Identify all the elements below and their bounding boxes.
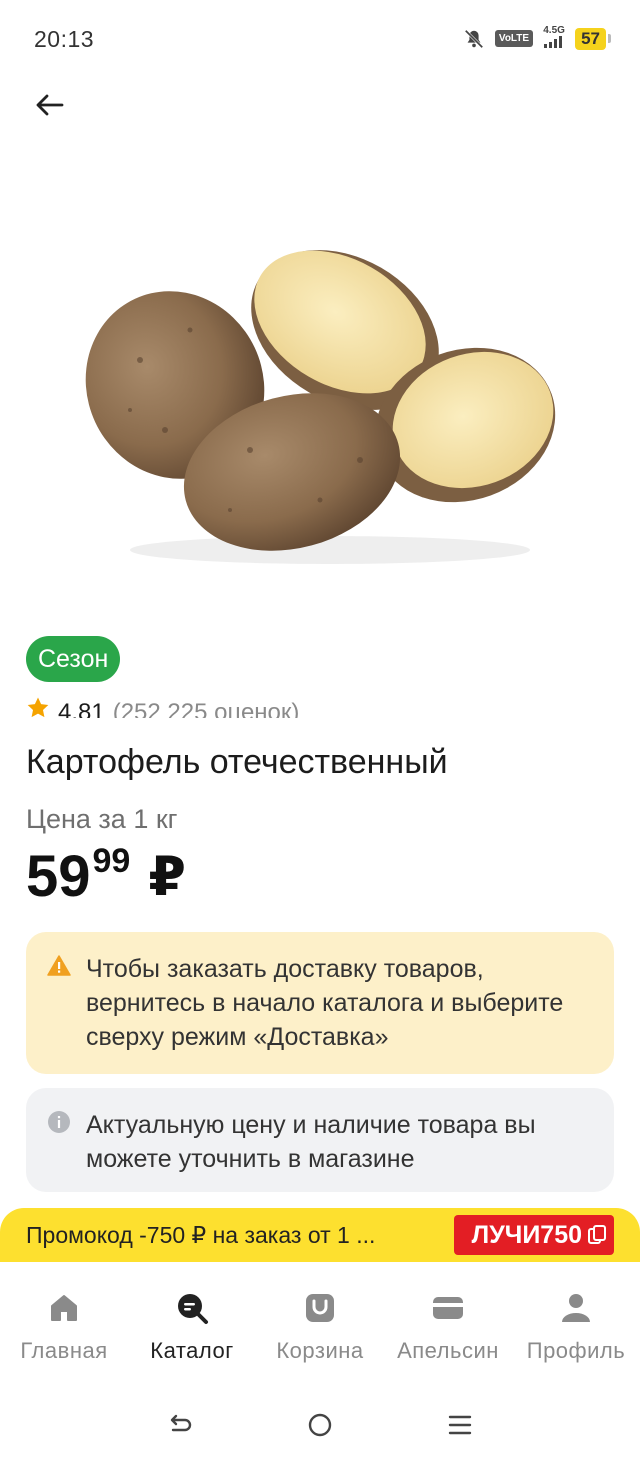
mute-bell-icon — [464, 29, 484, 48]
info-text: Актуальную цену и наличие товара вы може… — [86, 1111, 536, 1173]
system-home-button[interactable] — [300, 1405, 340, 1445]
battery-indicator: 57 — [575, 27, 611, 50]
promo-code-label: ЛУЧИ750 — [471, 1221, 582, 1249]
card-icon — [433, 1297, 463, 1319]
signal-indicator: 4.5G — [543, 26, 565, 51]
promo-code-button[interactable]: ЛУЧИ750 — [453, 1215, 614, 1255]
info-icon — [48, 1111, 70, 1133]
nav-item-cart[interactable]: Корзина — [256, 1262, 384, 1382]
signal-bars-icon — [544, 36, 563, 48]
promo-banner[interactable]: Промокод -750 ₽ на заказ от 1 ... ЛУЧИ75… — [0, 1208, 640, 1262]
status-bar: 20:13 VoLTE 4.5G 57 — [0, 0, 640, 78]
system-navigation — [0, 1392, 640, 1458]
nav-item-home[interactable]: Главная — [0, 1262, 128, 1382]
profile-icon — [562, 1294, 590, 1322]
warning-text: Чтобы заказать доставку товаров, верните… — [86, 955, 564, 1051]
cart-bag-icon — [306, 1294, 334, 1322]
price-info-notice: Актуальную цену и наличие товара вы може… — [26, 1088, 614, 1192]
star-icon — [27, 697, 49, 718]
rating-value: 4.81 — [58, 699, 105, 718]
warning-icon — [47, 955, 71, 976]
home-icon — [51, 1295, 77, 1321]
price: 59 99 ₽ — [26, 842, 186, 912]
price-unit-label: Цена за 1 кг — [26, 804, 178, 834]
volte-indicator: VoLTE — [494, 30, 534, 47]
system-home-icon — [308, 1413, 332, 1437]
delivery-warning-notice: Чтобы заказать доставку товаров, верните… — [26, 932, 614, 1074]
product-image — [85, 250, 556, 564]
nav-label-profile: Профиль — [526, 1338, 626, 1363]
price-cents: 99 — [92, 842, 131, 880]
nav-label-cart: Корзина — [276, 1338, 364, 1363]
nav-item-catalog[interactable]: Каталог — [128, 1262, 256, 1382]
status-time: 20:13 — [34, 26, 95, 52]
season-badge: Сезон — [26, 636, 121, 682]
rating-row[interactable]: 4.81 (252 225 оценок) — [26, 696, 299, 718]
price-main: 59 — [26, 844, 91, 909]
system-back-button[interactable] — [160, 1405, 200, 1445]
promo-text: Промокод -750 ₽ на заказ от 1 ... — [26, 1221, 376, 1248]
bottom-navigation: Главная Каталог Корзина Апельсин Профиль — [0, 1262, 640, 1382]
network-type: 4.5G — [543, 25, 565, 36]
system-back-icon — [170, 1414, 192, 1432]
nav-label-catalog: Каталог — [150, 1338, 234, 1363]
nav-item-apelsin[interactable]: Апельсин — [384, 1262, 512, 1382]
status-icons: VoLTE 4.5G 57 — [463, 26, 611, 51]
nav-label-apelsin: Апельсин — [397, 1338, 499, 1363]
copy-icon — [588, 1225, 606, 1244]
arrow-left-icon — [36, 94, 64, 116]
rating-count: (252 225 оценок) — [112, 699, 300, 718]
nav-item-profile[interactable]: Профиль — [512, 1262, 640, 1382]
price-currency: ₽ — [148, 847, 186, 907]
system-menu-icon — [448, 1415, 472, 1435]
system-recents-button[interactable] — [440, 1405, 480, 1445]
nav-label-home: Главная — [20, 1338, 108, 1363]
back-button[interactable] — [26, 84, 72, 126]
product-title: Картофель отечественный — [26, 743, 448, 781]
catalog-search-icon — [178, 1294, 208, 1324]
